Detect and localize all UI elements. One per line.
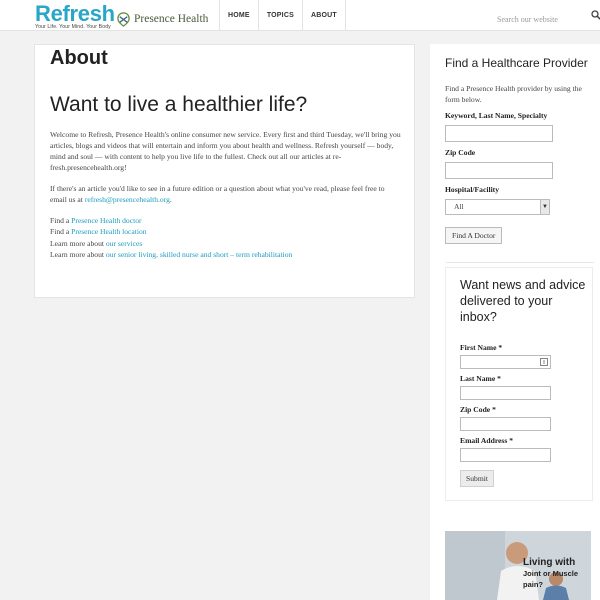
find-provider-description: Find a Presence Health provider by using… [445, 84, 582, 104]
zip-input[interactable] [445, 162, 553, 179]
presence-health-logo[interactable]: Presence Health [116, 10, 208, 28]
link-line-doctor: Find a Presence Health doctor [50, 216, 142, 225]
zip-label: Zip Code [445, 148, 476, 157]
services-link[interactable]: our services [106, 239, 142, 248]
keyword-label: Keyword, Last Name, Specialty [445, 111, 548, 120]
page-title: About [50, 47, 108, 69]
hospital-select[interactable]: All ▼ [445, 199, 550, 215]
search-input[interactable] [497, 15, 581, 24]
site-header: Refresh Your Life. Your Mind. Your Body … [0, 0, 600, 31]
presence-health-icon [117, 11, 130, 27]
sidebar: Find a Healthcare Provider Find a Presen… [430, 44, 600, 600]
hospital-selected-value: All [454, 202, 464, 211]
refresh-logo[interactable]: Refresh Your Life. Your Mind. Your Body [35, 1, 115, 31]
resource-links: Find a Presence Health doctor Find a Pre… [50, 215, 402, 261]
ad-text: Living with Joint or Muscle pain? [523, 557, 591, 590]
search-box [497, 9, 600, 24]
article-body: Welcome to Refresh, Presence Health's on… [50, 129, 402, 261]
sidebar-divider [446, 262, 594, 263]
article-panel: About Want to live a healthier life? Wel… [34, 44, 415, 298]
first-name-input[interactable] [460, 355, 551, 369]
main-nav: HOME TOPICS ABOUT [219, 0, 346, 31]
email-label: Email Address * [460, 436, 514, 445]
nav-topics[interactable]: TOPICS [259, 0, 303, 31]
contact-end: . [169, 195, 172, 204]
news-zip-label: Zip Code * [460, 405, 496, 414]
email-input[interactable] [460, 448, 551, 462]
contact-paragraph: If there's an article you'd like to see … [50, 183, 402, 205]
article-headline: Want to live a healthier life? [50, 93, 308, 116]
find-doctor-button[interactable]: Find A Doctor [445, 227, 503, 244]
newsletter-form: First Name * Last Name * Zip Code * Emai… [460, 343, 551, 487]
newsletter-title: Want news and advice delivered to your i… [460, 278, 586, 324]
nav-about[interactable]: ABOUT [303, 0, 346, 31]
doctor-link[interactable]: Presence Health doctor [71, 216, 141, 225]
ad-banner[interactable]: Living with Joint or Muscle pain? [445, 531, 591, 600]
logo-wordmark: Refresh [35, 1, 115, 26]
senior-living-link[interactable]: our senior living, skilled nurse and sho… [106, 250, 292, 259]
submit-button[interactable]: Submit [460, 470, 494, 487]
keyword-input[interactable] [445, 125, 553, 142]
last-name-input[interactable] [460, 386, 551, 400]
location-link[interactable]: Presence Health location [71, 227, 147, 236]
first-name-label: First Name * [460, 343, 503, 352]
chevron-down-icon: ▼ [540, 200, 549, 214]
hospital-label: Hospital/Facility [445, 185, 499, 194]
ad-line-2: Joint or Muscle pain? [523, 569, 579, 589]
news-zip-input[interactable] [460, 417, 551, 431]
last-name-label: Last Name * [460, 374, 501, 383]
ad-line-1: Living with [523, 557, 576, 568]
link-line-location: Find a Presence Health location [50, 227, 147, 237]
partner-name: Presence Health [134, 13, 209, 25]
intro-paragraph: Welcome to Refresh, Presence Health's on… [50, 130, 401, 172]
nav-home[interactable]: HOME [220, 0, 259, 31]
find-provider-title: Find a Healthcare Provider [445, 56, 588, 70]
search-icon[interactable] [591, 10, 600, 20]
autofill-icon[interactable] [540, 358, 548, 366]
newsletter-widget: Want news and advice delivered to your i… [445, 267, 593, 501]
contact-email-link[interactable]: refresh@presencehealth.org [85, 195, 170, 204]
link-line-services: Learn more about our services [50, 238, 143, 248]
logo-tagline: Your Life. Your Mind. Your Body [35, 24, 111, 30]
find-provider-widget: Find a Healthcare Provider Find a Presen… [445, 55, 595, 244]
link-line-senior: Learn more about our senior living, skil… [50, 250, 293, 260]
